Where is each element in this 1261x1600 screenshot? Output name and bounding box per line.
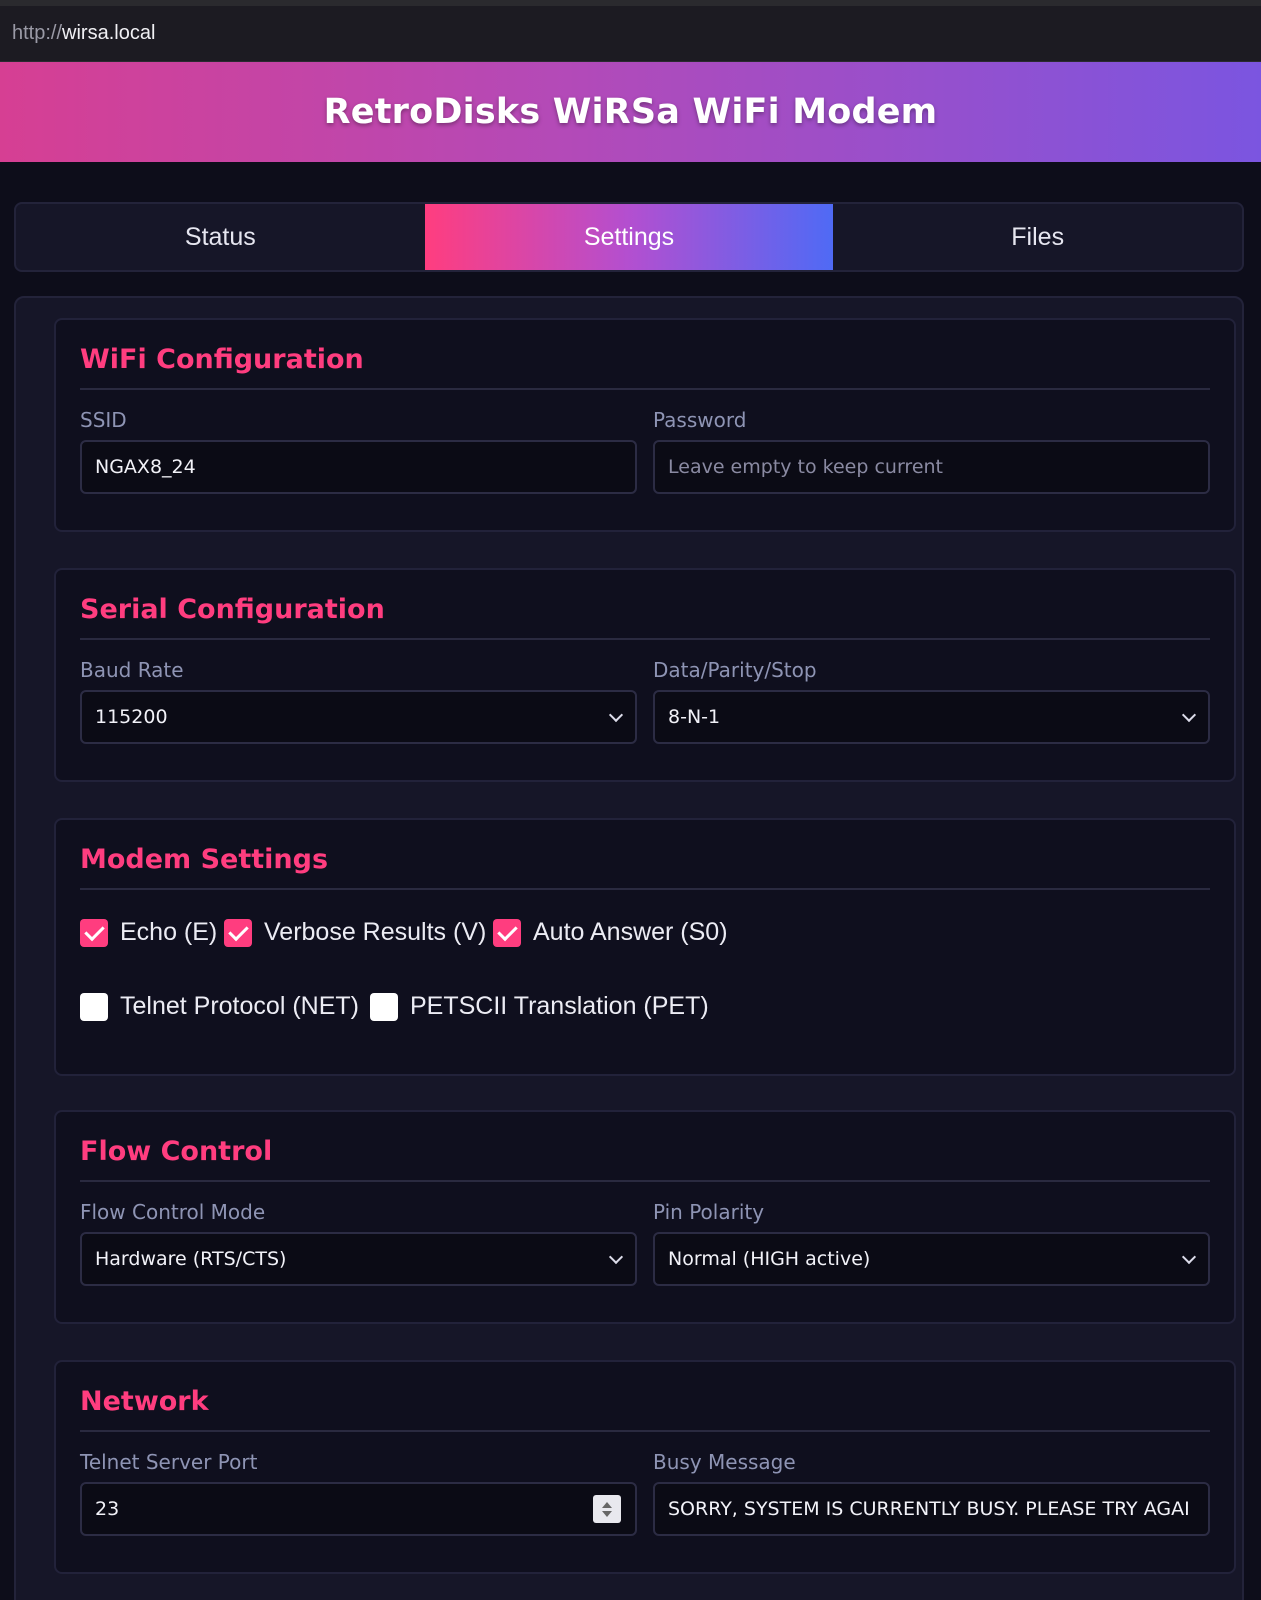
app-header: RetroDisks WiRSa WiFi Modem xyxy=(0,62,1261,162)
verbose-results-label: Verbose Results (V) xyxy=(264,918,487,946)
wifi-section-title: WiFi Configuration xyxy=(80,344,364,375)
chevron-down-icon xyxy=(1181,1249,1197,1265)
telnet-port-label: Telnet Server Port xyxy=(80,1450,258,1474)
tab-status[interactable]: Status xyxy=(16,204,425,270)
auto-answer-label: Auto Answer (S0) xyxy=(533,918,728,946)
data-parity-stop-value: 8-N-1 xyxy=(668,706,721,728)
telnet-port-input[interactable]: 23 xyxy=(80,1482,637,1536)
busy-message-value: SORRY, SYSTEM IS CURRENTLY BUSY. PLEASE … xyxy=(668,1498,1190,1520)
tab-settings[interactable]: Settings xyxy=(424,204,834,270)
password-input[interactable]: Leave empty to keep current xyxy=(653,440,1210,494)
busy-message-input[interactable]: SORRY, SYSTEM IS CURRENTLY BUSY. PLEASE … xyxy=(653,1482,1210,1536)
address-bar[interactable]: http://wirsa.local xyxy=(0,6,1261,62)
url-scheme: http:// xyxy=(12,22,63,44)
flow-control-mode-value: Hardware (RTS/CTS) xyxy=(95,1248,287,1270)
checkbox-unchecked-icon[interactable] xyxy=(80,992,108,1021)
pin-polarity-label: Pin Polarity xyxy=(653,1200,765,1224)
data-parity-stop-label: Data/Parity/Stop xyxy=(653,658,817,682)
password-label: Password xyxy=(653,408,747,432)
page-title: RetroDisks WiRSa WiFi Modem xyxy=(323,92,938,132)
checkbox-checked-icon[interactable] xyxy=(493,918,521,947)
section-divider xyxy=(80,388,1210,390)
checkbox-checked-icon[interactable] xyxy=(80,918,108,947)
flow-control-section-title: Flow Control xyxy=(80,1136,273,1167)
chevron-down-icon xyxy=(1181,707,1197,723)
tab-files[interactable]: Files xyxy=(833,204,1242,270)
telnet-port-value: 23 xyxy=(95,1498,120,1520)
network-section: Network Telnet Server Port 23 Busy Messa… xyxy=(54,1360,1236,1574)
echo-label: Echo (E) xyxy=(120,918,218,946)
telnet-protocol-label: Telnet Protocol (NET) xyxy=(120,992,359,1020)
checkbox-checked-icon[interactable] xyxy=(224,918,252,947)
echo-checkbox[interactable]: Echo (E) xyxy=(80,918,217,947)
ssid-value: NGAX8_24 xyxy=(95,456,196,478)
wifi-section: WiFi Configuration SSID NGAX8_24 Passwor… xyxy=(54,318,1236,532)
url-host: wirsa.local xyxy=(62,22,156,44)
petscii-translation-checkbox[interactable]: PETSCII Translation (PET) xyxy=(370,992,709,1021)
pin-polarity-value: Normal (HIGH active) xyxy=(668,1248,871,1270)
settings-panel: WiFi Configuration SSID NGAX8_24 Passwor… xyxy=(14,296,1244,1600)
telnet-protocol-checkbox[interactable]: Telnet Protocol (NET) xyxy=(80,992,359,1021)
section-divider xyxy=(80,1430,1210,1432)
baud-rate-select[interactable]: 115200 xyxy=(80,690,637,744)
pin-polarity-select[interactable]: Normal (HIGH active) xyxy=(653,1232,1210,1286)
network-section-title: Network xyxy=(80,1386,209,1417)
section-divider xyxy=(80,638,1210,640)
chevron-down-icon xyxy=(608,1249,624,1265)
modem-section-title: Modem Settings xyxy=(80,844,329,875)
password-placeholder: Leave empty to keep current xyxy=(668,456,944,478)
busy-message-label: Busy Message xyxy=(653,1450,796,1474)
serial-section: Serial Configuration Baud Rate 115200 Da… xyxy=(54,568,1236,782)
baud-rate-label: Baud Rate xyxy=(80,658,184,682)
checkbox-unchecked-icon[interactable] xyxy=(370,992,398,1021)
modem-section: Modem Settings Echo (E) Verbose Results … xyxy=(54,818,1236,1076)
flow-control-section: Flow Control Flow Control Mode Hardware … xyxy=(54,1110,1236,1324)
baud-rate-value: 115200 xyxy=(95,706,168,728)
section-divider xyxy=(80,888,1210,890)
number-spinner-icon[interactable] xyxy=(593,1495,621,1523)
chevron-down-icon xyxy=(608,707,624,723)
flow-control-mode-select[interactable]: Hardware (RTS/CTS) xyxy=(80,1232,637,1286)
section-divider xyxy=(80,1180,1210,1182)
ssid-input[interactable]: NGAX8_24 xyxy=(80,440,637,494)
ssid-label: SSID xyxy=(80,408,127,432)
auto-answer-checkbox[interactable]: Auto Answer (S0) xyxy=(493,918,728,947)
petscii-translation-label: PETSCII Translation (PET) xyxy=(410,992,709,1020)
tab-bar: Status Settings Files xyxy=(14,202,1244,272)
serial-section-title: Serial Configuration xyxy=(80,594,385,625)
flow-control-mode-label: Flow Control Mode xyxy=(80,1200,266,1224)
data-parity-stop-select[interactable]: 8-N-1 xyxy=(653,690,1210,744)
verbose-results-checkbox[interactable]: Verbose Results (V) xyxy=(224,918,486,947)
